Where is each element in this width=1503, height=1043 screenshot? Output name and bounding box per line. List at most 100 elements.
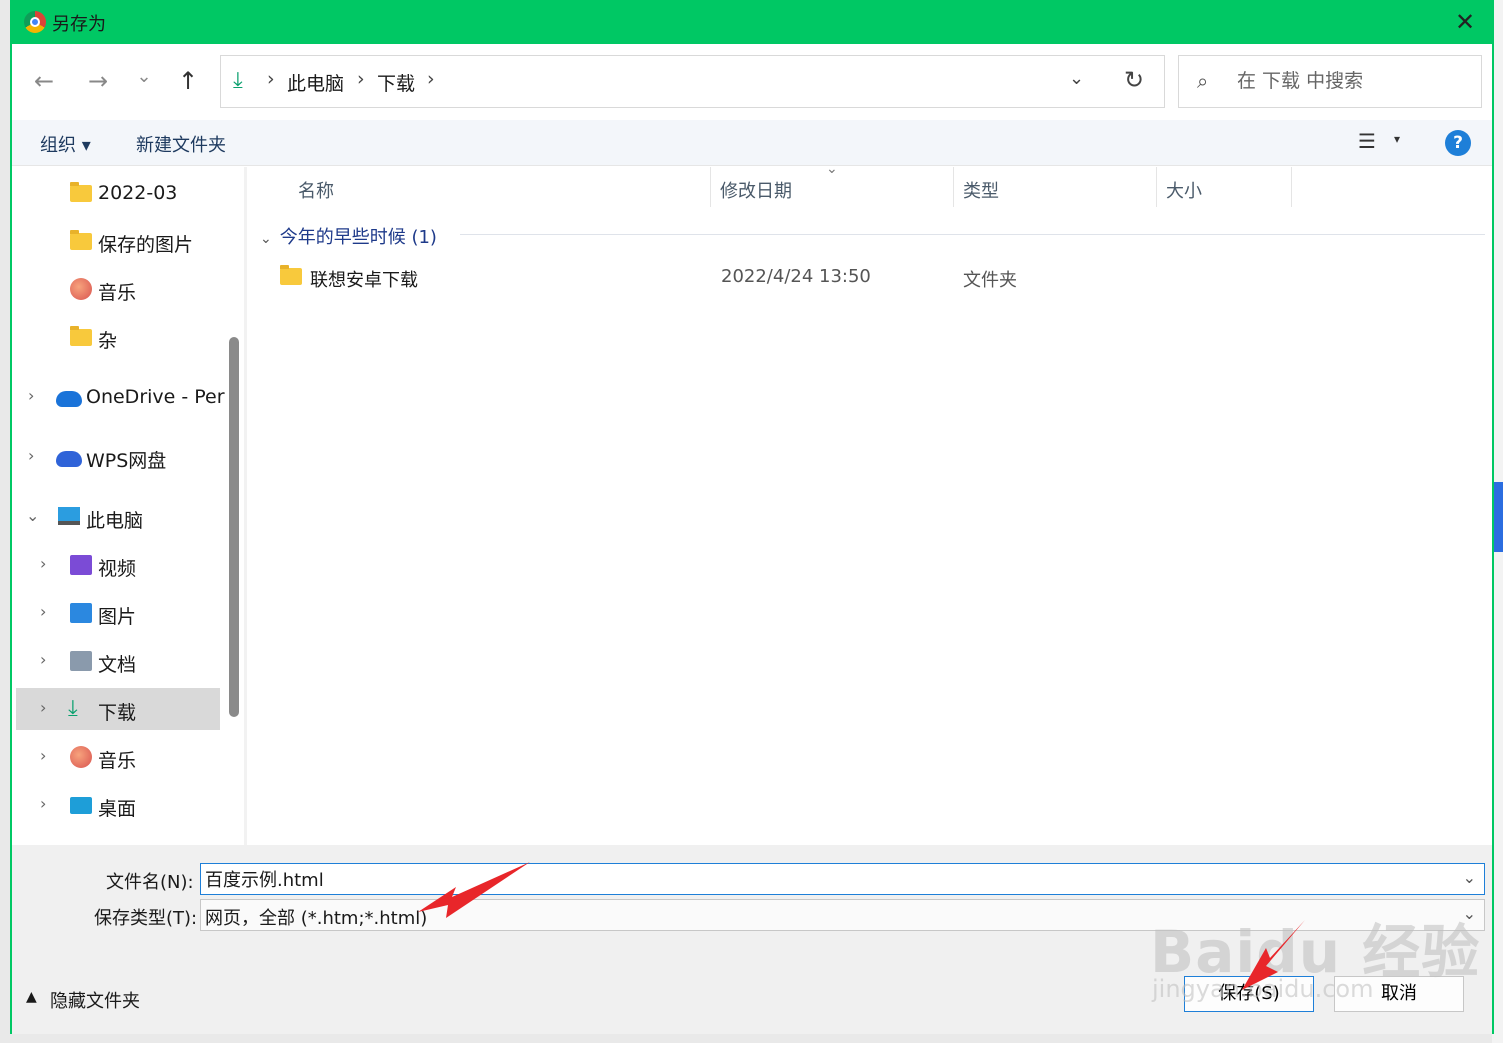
column-divider[interactable]	[1156, 167, 1157, 207]
sidebar-item-label: 视频	[98, 558, 137, 580]
breadcrumb-downloads[interactable]: 下载	[377, 69, 415, 96]
expand-chevron-icon[interactable]: ›	[40, 554, 46, 573]
onedrive-icon	[56, 391, 82, 407]
folder-icon	[280, 265, 302, 285]
column-header-size[interactable]: 大小	[1166, 177, 1202, 203]
view-options-caret-icon[interactable]: ▾	[1394, 132, 1400, 146]
music-icon	[70, 746, 92, 768]
refresh-icon[interactable]: ↻	[1124, 66, 1144, 94]
sidebar-item-label: 音乐	[98, 750, 137, 772]
chevron-down-icon[interactable]: ⌄	[1463, 868, 1476, 887]
sidebar-item-label: 2022-03	[98, 182, 178, 204]
download-icon: ⤓	[68, 696, 78, 721]
sidebar-item-label: 保存的图片	[98, 234, 194, 256]
breadcrumb-separator[interactable]: ›	[427, 68, 435, 90]
expand-chevron-icon[interactable]: ›	[28, 446, 34, 465]
filename-label: 文件名(N):	[106, 872, 194, 893]
filename-input[interactable]	[205, 868, 1445, 889]
up-button[interactable]: ↑	[172, 64, 204, 98]
sidebar-item-label: 杂	[98, 330, 118, 352]
breadcrumb-this-pc[interactable]: 此电脑	[287, 69, 344, 96]
collapse-chevron-icon: ⌄	[260, 231, 272, 247]
forward-button[interactable]: →	[82, 64, 114, 98]
sidebar-item-documents[interactable]: › 文档	[12, 640, 220, 682]
folder-icon	[70, 230, 92, 250]
breadcrumb-separator[interactable]: ›	[357, 68, 365, 90]
sidebar-item-label: OneDrive - Per	[86, 386, 225, 408]
view-options-icon[interactable]: ☰	[1358, 129, 1376, 153]
expand-chevron-icon[interactable]: ›	[40, 746, 46, 765]
sidebar-scrollbar[interactable]	[229, 337, 239, 717]
sidebar-item-downloads[interactable]: › ⤓ 下载	[16, 688, 220, 730]
address-bar[interactable]: ⤓ › 此电脑 › 下载 › ⌄ ↻	[220, 55, 1165, 108]
hide-folders-label: 隐藏文件夹	[50, 991, 140, 1012]
close-button[interactable]: ✕	[1450, 8, 1480, 36]
address-history-chevron-icon[interactable]: ⌄	[1069, 68, 1084, 89]
expand-chevron-icon[interactable]: ›	[40, 794, 46, 813]
breadcrumb-separator[interactable]: ›	[267, 68, 275, 90]
sidebar-item-label: 此电脑	[86, 510, 144, 532]
group-header[interactable]: ⌄ 今年的早些时候 (1)	[260, 223, 437, 249]
window-title: 另存为	[52, 14, 106, 35]
sidebar-item-2022-03[interactable]: 2022-03	[12, 172, 220, 214]
column-header-name[interactable]: 名称	[298, 177, 334, 203]
sidebar-item-wps-cloud[interactable]: › WPS网盘	[12, 436, 220, 478]
column-header-modified[interactable]: 修改日期	[720, 177, 792, 203]
search-box[interactable]: ⌕	[1178, 55, 1482, 108]
pane-splitter[interactable]	[244, 167, 247, 845]
navigation-pane: 2022-03 保存的图片 音乐 杂 › OneDrive - Per › WP…	[12, 167, 232, 845]
save-as-dialog: 另存为 ✕ ← → ⌄ ↑ ⤓ › 此电脑 › 下载 › ⌄ ↻ ⌕ 组织 ▾ …	[10, 0, 1494, 1034]
sidebar-item-pictures[interactable]: › 图片	[12, 592, 220, 634]
desktop-icon	[70, 797, 92, 814]
group-divider	[460, 234, 1485, 235]
sidebar-item-onedrive[interactable]: › OneDrive - Per	[12, 376, 225, 418]
sidebar-item-label: 桌面	[98, 798, 137, 820]
music-icon	[70, 278, 92, 300]
column-divider[interactable]	[1291, 167, 1292, 207]
wps-cloud-icon	[56, 451, 82, 467]
expand-chevron-icon[interactable]: ›	[40, 698, 46, 717]
help-icon[interactable]: ?	[1445, 130, 1471, 156]
new-folder-button[interactable]: 新建文件夹	[136, 131, 226, 157]
folder-icon	[70, 182, 92, 202]
command-bar: 组织 ▾ 新建文件夹 ☰ ▾ ?	[12, 120, 1492, 166]
expand-chevron-icon[interactable]: ›	[40, 602, 46, 621]
collapse-chevron-icon[interactable]: ⌄	[26, 506, 39, 525]
sort-caret-icon: ⌄	[826, 161, 838, 177]
back-button[interactable]: ←	[28, 64, 60, 98]
computer-icon	[58, 507, 80, 525]
expand-chevron-icon[interactable]: ›	[40, 650, 46, 669]
sidebar-item-this-pc[interactable]: ⌄ 此电脑	[12, 496, 220, 538]
organize-menu[interactable]: 组织 ▾	[40, 131, 91, 157]
sidebar-item-label: 下载	[98, 702, 137, 724]
sidebar-item-music-quick[interactable]: 音乐	[12, 268, 220, 310]
recent-locations-button[interactable]: ⌄	[128, 60, 160, 94]
search-input[interactable]	[1237, 70, 1467, 92]
sidebar-item-saved-pictures[interactable]: 保存的图片	[12, 220, 220, 262]
video-icon	[70, 555, 92, 575]
file-type: 文件夹	[963, 270, 1017, 291]
expand-chevron-icon[interactable]: ›	[28, 386, 34, 405]
file-name: 联想安卓下载	[310, 270, 418, 291]
sidebar-item-videos[interactable]: › 视频	[12, 544, 220, 586]
download-icon: ⤓	[233, 68, 243, 93]
file-modified: 2022/4/24 13:50	[721, 266, 871, 287]
sidebar-item-music[interactable]: › 音乐	[12, 736, 220, 778]
search-icon: ⌕	[1197, 69, 1209, 93]
sidebar-item-label: 文档	[98, 654, 137, 676]
title-bar: 另存为 ✕	[10, 0, 1494, 44]
column-header-type[interactable]: 类型	[963, 177, 999, 203]
filename-field[interactable]: ⌄	[200, 863, 1485, 895]
sidebar-item-label: 音乐	[98, 282, 137, 304]
sidebar-item-misc[interactable]: 杂	[12, 316, 220, 358]
background-page-accent	[1494, 482, 1503, 552]
sidebar-item-desktop[interactable]: › 桌面	[12, 784, 220, 826]
picture-icon	[70, 603, 92, 623]
column-divider[interactable]	[953, 167, 954, 207]
sidebar-item-label: 图片	[98, 606, 137, 628]
column-divider[interactable]	[710, 167, 711, 207]
document-icon	[70, 651, 92, 671]
file-list: 名称 ⌄ 修改日期 类型 大小 ⌄ 今年的早些时候 (1) 联想安卓下载 2022…	[250, 161, 1492, 845]
chrome-icon	[24, 11, 46, 33]
chevron-up-icon: ▲	[26, 989, 37, 1005]
